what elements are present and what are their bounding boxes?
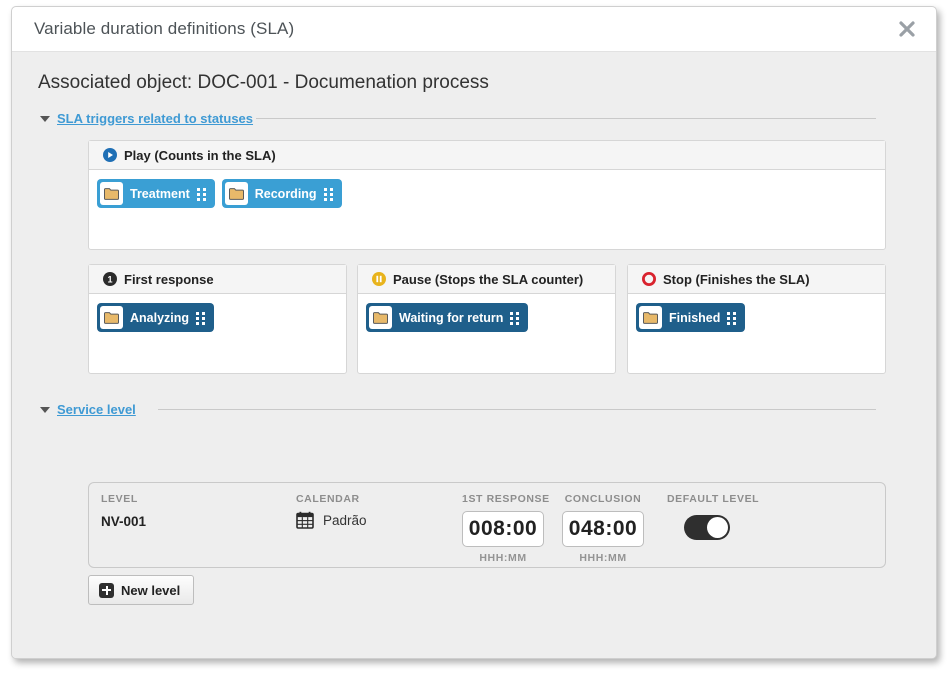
stop-circle-icon: [642, 272, 656, 286]
panel-header-play: Play (Counts in the SLA): [89, 141, 885, 170]
status-tag-recording[interactable]: Recording: [221, 179, 342, 208]
conclusion-input[interactable]: 048:00: [562, 511, 644, 547]
status-tag-waiting-for-return[interactable]: Waiting for return: [366, 303, 529, 332]
dialog-title: Variable duration definitions (SLA): [34, 19, 295, 38]
drag-handle-icon[interactable]: [196, 187, 206, 201]
drag-handle-icon[interactable]: [196, 311, 206, 325]
first-response-hint: HHH:MM: [479, 552, 527, 564]
folder-icon: [100, 182, 123, 205]
drag-handle-icon[interactable]: [323, 187, 333, 201]
panel-title-play: Play (Counts in the SLA): [124, 147, 276, 163]
panel-header-stop: Stop (Finishes the SLA): [628, 265, 885, 294]
new-level-label: New level: [121, 582, 181, 598]
calendar-value-wrap[interactable]: Padrão: [296, 511, 367, 529]
dialog-titlebar: Variable duration definitions (SLA): [12, 7, 936, 52]
panel-body-first-response: Analyzing: [89, 294, 346, 332]
status-tag-label: Treatment: [130, 186, 190, 201]
default-level-toggle[interactable]: [684, 515, 730, 540]
section-header-triggers[interactable]: SLA triggers related to statuses: [40, 108, 253, 128]
pause-circle-icon: [372, 272, 386, 286]
dialog-body: Associated object: DOC-001 - Documenatio…: [12, 52, 936, 658]
folder-icon: [224, 182, 248, 205]
panel-header-first-response: 1 First response: [89, 265, 346, 294]
panel-header-pause: Pause (Stops the SLA counter): [358, 265, 615, 294]
status-tag-label: Analyzing: [130, 310, 190, 325]
level-value: NV-001: [101, 514, 147, 529]
panel-play: Play (Counts in the SLA) Treatment Recor…: [88, 140, 886, 250]
plus-square-icon: [99, 582, 114, 598]
associated-object-label: Associated object: DOC-001 - Documenatio…: [38, 72, 489, 93]
chevron-down-icon[interactable]: [40, 116, 50, 122]
folder-icon: [639, 306, 662, 329]
panel-body-play: Treatment Recording: [89, 170, 885, 208]
drag-handle-icon[interactable]: [727, 311, 737, 325]
panel-body-stop: Finished: [628, 294, 885, 332]
status-tag-finished[interactable]: Finished: [636, 303, 746, 332]
panel-pause: Pause (Stops the SLA counter) Waiting fo…: [357, 264, 616, 374]
folder-icon: [100, 306, 123, 329]
panel-title-stop: Stop (Finishes the SLA): [663, 271, 810, 287]
column-header-calendar: CALENDAR: [296, 493, 360, 505]
service-level-col-default-level: DEFAULT LEVEL: [667, 493, 759, 540]
service-level-col-level: LEVEL NV-001: [101, 493, 146, 529]
section-label-service-level[interactable]: Service level: [57, 402, 136, 417]
status-tag-label: Recording: [254, 186, 317, 201]
section-label-triggers[interactable]: SLA triggers related to statuses: [57, 111, 253, 126]
close-icon[interactable]: [892, 14, 922, 44]
play-circle-icon: [103, 148, 117, 162]
column-header-level: LEVEL: [101, 493, 138, 505]
conclusion-hint: HHH:MM: [579, 552, 627, 564]
calendar-icon: [296, 511, 314, 529]
section-divider-triggers: [256, 118, 876, 119]
status-tag-label: Waiting for return: [399, 310, 504, 325]
conclusion-value: 048:00: [568, 517, 638, 540]
column-header-default-level: DEFAULT LEVEL: [667, 493, 760, 505]
chevron-down-icon[interactable]: [40, 407, 50, 413]
service-level-col-first-response: 1ST RESPONSE 008:00 HHH:MM: [462, 493, 550, 564]
panel-first-response: 1 First response Analyzing: [88, 264, 347, 374]
column-header-conclusion: CONCLUSION: [564, 493, 642, 505]
number-one-circle-icon: 1: [103, 272, 117, 286]
status-tag-treatment[interactable]: Treatment: [97, 179, 215, 208]
calendar-value: Padrão: [323, 512, 367, 528]
sla-dialog: Variable duration definitions (SLA) Asso…: [11, 6, 937, 659]
service-level-col-calendar: CALENDAR Padrão: [296, 493, 367, 529]
folder-icon: [369, 306, 392, 329]
service-level-row: LEVEL NV-001 CALENDAR Padrão 1ST RESPONS…: [88, 482, 886, 568]
svg-text:1: 1: [107, 275, 112, 285]
status-tag-analyzing[interactable]: Analyzing: [97, 303, 215, 332]
service-level-col-conclusion: CONCLUSION 048:00 HHH:MM: [562, 493, 644, 564]
first-response-value: 008:00: [468, 517, 538, 540]
panel-title-pause: Pause (Stops the SLA counter): [393, 271, 584, 287]
section-header-service-level[interactable]: Service level: [40, 399, 136, 419]
toggle-knob: [707, 517, 728, 538]
new-level-button[interactable]: New level: [88, 575, 195, 605]
column-header-first-response: 1ST RESPONSE: [462, 493, 550, 505]
panel-body-pause: Waiting for return: [358, 294, 615, 332]
first-response-input[interactable]: 008:00: [462, 511, 544, 547]
panel-stop: Stop (Finishes the SLA) Finished: [627, 264, 886, 374]
panel-title-first-response: First response: [124, 271, 214, 287]
drag-handle-icon[interactable]: [510, 311, 520, 325]
status-tag-label: Finished: [669, 310, 721, 325]
section-divider-service-level: [158, 409, 876, 410]
